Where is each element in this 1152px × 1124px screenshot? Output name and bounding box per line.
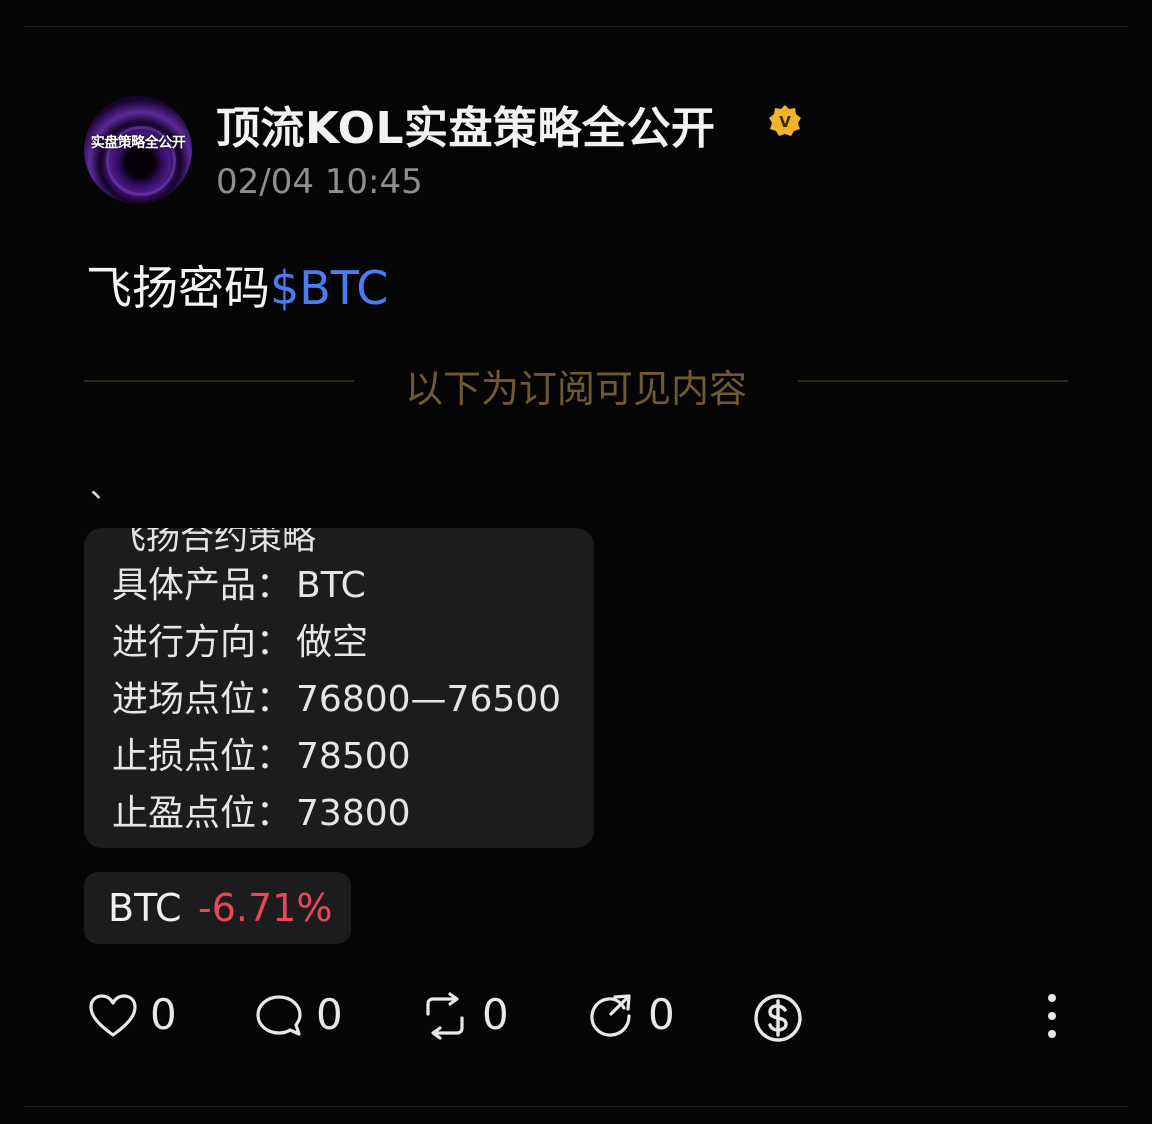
comment-count: 0 bbox=[316, 990, 343, 1039]
strategy-row-direction: 进行方向： 做空 bbox=[112, 613, 368, 665]
strategy-row-entry: 进场点位： 76800—76500 bbox=[112, 670, 561, 722]
strategy-row-label: 具体产品： bbox=[112, 565, 293, 606]
verified-badge-icon: V bbox=[769, 105, 801, 136]
subscriber-divider-line-right bbox=[798, 380, 1068, 382]
repost-count: 0 bbox=[482, 990, 509, 1039]
avatar[interactable]: 实盘策略全公开 bbox=[84, 96, 192, 204]
strategy-row-label: 进行方向： bbox=[112, 622, 293, 663]
heart-icon bbox=[89, 994, 137, 1037]
strategy-row-label: 止损点位： bbox=[112, 736, 293, 777]
strategy-row-product: 具体产品： BTC bbox=[112, 556, 366, 608]
bottom-divider bbox=[24, 1106, 1128, 1107]
more-options-button[interactable] bbox=[1034, 988, 1070, 1044]
ticker-symbol: BTC bbox=[108, 886, 182, 930]
strategy-row-value: 78500 bbox=[296, 736, 411, 777]
author-name[interactable]: 顶流KOL实盘策略全公开 bbox=[216, 92, 716, 156]
strategy-image-card[interactable]: 飞扬合约策略 具体产品： BTC 进行方向： 做空 进场点位： 76800—76500… bbox=[84, 528, 594, 848]
ticker-tag-link[interactable]: $BTC bbox=[270, 261, 388, 315]
comment-bubble-icon bbox=[256, 995, 302, 1036]
share-button[interactable]: 0 bbox=[586, 988, 686, 1044]
strategy-row-value: 73800 bbox=[296, 793, 411, 834]
tip-button[interactable] bbox=[752, 988, 808, 1044]
share-icon bbox=[590, 994, 631, 1037]
top-divider bbox=[24, 26, 1128, 27]
like-count: 0 bbox=[150, 990, 177, 1039]
strategy-row-value: BTC bbox=[296, 565, 366, 606]
dollar-tip-icon bbox=[754, 994, 802, 1042]
ticker-card[interactable]: BTC -6.71% bbox=[84, 872, 351, 944]
stray-punctuation: 、 bbox=[90, 470, 120, 505]
share-count: 0 bbox=[648, 990, 675, 1039]
post-timestamp: 02/04 10:45 bbox=[216, 162, 423, 202]
verified-badge-letter: V bbox=[779, 113, 791, 131]
strategy-row-value: 做空 bbox=[296, 622, 369, 663]
strategy-row-take-profit: 止盈点位： 73800 bbox=[112, 784, 411, 836]
post-text: 飞扬密码$BTC bbox=[86, 252, 388, 318]
avatar-text: 实盘策略全公开 bbox=[90, 135, 186, 151]
ticker-change: -6.71% bbox=[198, 886, 333, 930]
strategy-row-label: 止盈点位： bbox=[112, 793, 293, 834]
strategy-row-value: 76800—76500 bbox=[296, 679, 562, 720]
repost-button[interactable]: 0 bbox=[420, 988, 520, 1044]
strategy-row-stop-loss: 止损点位： 78500 bbox=[112, 727, 411, 779]
strategy-heading-clipped: 飞扬合约策略 bbox=[112, 528, 316, 558]
repost-icon bbox=[426, 992, 464, 1040]
post-body-text: 飞扬密码 bbox=[86, 261, 270, 315]
subscriber-divider-label: 以下为订阅可见内容 bbox=[404, 367, 747, 411]
more-vertical-icon bbox=[1048, 994, 1056, 1038]
subscriber-divider-line-left bbox=[84, 380, 354, 382]
like-button[interactable]: 0 bbox=[88, 988, 188, 1044]
comment-button[interactable]: 0 bbox=[254, 988, 354, 1044]
strategy-row-label: 进场点位： bbox=[112, 679, 293, 720]
